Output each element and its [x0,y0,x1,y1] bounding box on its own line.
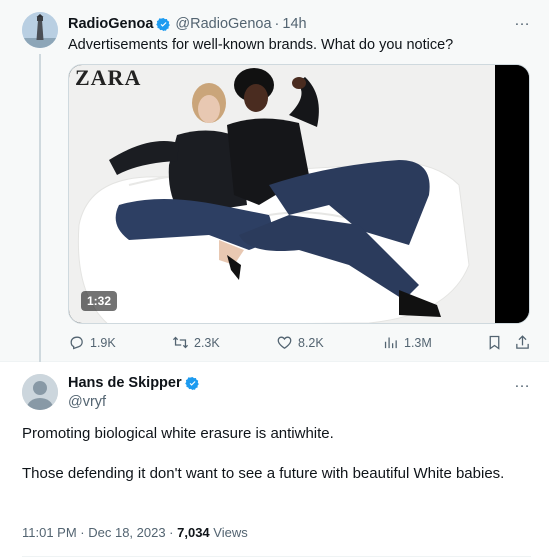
tweet-text: Advertisements for well-known brands. Wh… [68,37,454,53]
lighthouse-avatar-icon [22,12,58,48]
views-label: Views [209,525,248,540]
focused-tweet: Hans de Skipper @vryf … Promoting biolog… [0,362,549,557]
bookmark-button[interactable] [486,334,503,351]
verified-badge-icon [156,17,171,31]
more-options-icon[interactable]: … [514,12,531,30]
like-count: 8.2K [298,335,324,350]
timestamp[interactable]: 11:01 PM · Dec 18, 2023 · [22,525,177,540]
views-count: 1.3M [404,335,432,350]
tweet-metadata: 11:01 PM · Dec 18, 2023 · 7,034 Views [22,525,248,540]
display-name-row: Hans de Skipper [68,375,200,391]
repost-icon [172,336,189,349]
like-button[interactable]: 8.2K [276,334,324,351]
tweet-header: RadioGenoa @RadioGenoa · 14h [68,14,529,34]
video-player[interactable]: ZARA 1:32 [68,64,530,324]
action-bar: 1.9K 2.3K 8.2K 1.3M [68,334,532,354]
default-avatar-icon [22,374,58,410]
thread-line [39,54,41,362]
views-count: 7,034 [177,525,210,540]
handle[interactable]: @RadioGenoa [175,16,271,32]
verified-badge-icon [184,376,199,390]
repost-count: 2.3K [194,335,220,350]
display-name[interactable]: RadioGenoa [68,16,153,32]
separator-dot: · [274,16,280,32]
tweet-paragraph: Promoting biological white erasure is an… [22,425,334,442]
reply-button[interactable]: 1.9K [68,334,116,351]
reply-icon [70,336,83,350]
views-button[interactable]: 1.3M [382,334,432,351]
post-time[interactable]: 14h [282,16,306,32]
video-duration: 1:32 [81,291,118,311]
more-options-icon[interactable]: … [514,374,531,392]
views-chart-icon [384,337,397,349]
avatar[interactable] [22,374,58,410]
reply-count: 1.9K [90,335,116,350]
avatar[interactable] [22,12,58,48]
handle[interactable]: @vryf [68,394,106,410]
share-button[interactable] [514,334,531,351]
parent-tweet[interactable]: RadioGenoa @RadioGenoa · 14h … Advertise… [0,0,549,362]
tweet-text: Promoting biological white erasure is an… [22,424,532,504]
display-name[interactable]: Hans de Skipper [68,375,182,391]
share-icon [516,335,529,349]
repost-button[interactable]: 2.3K [172,334,220,351]
heart-icon [277,336,292,349]
bookmark-icon [489,335,500,350]
brand-logo: ZARA [75,65,141,90]
video-frame: ZARA [69,65,529,323]
tweet-paragraph: Those defending it don't want to see a f… [22,465,505,482]
